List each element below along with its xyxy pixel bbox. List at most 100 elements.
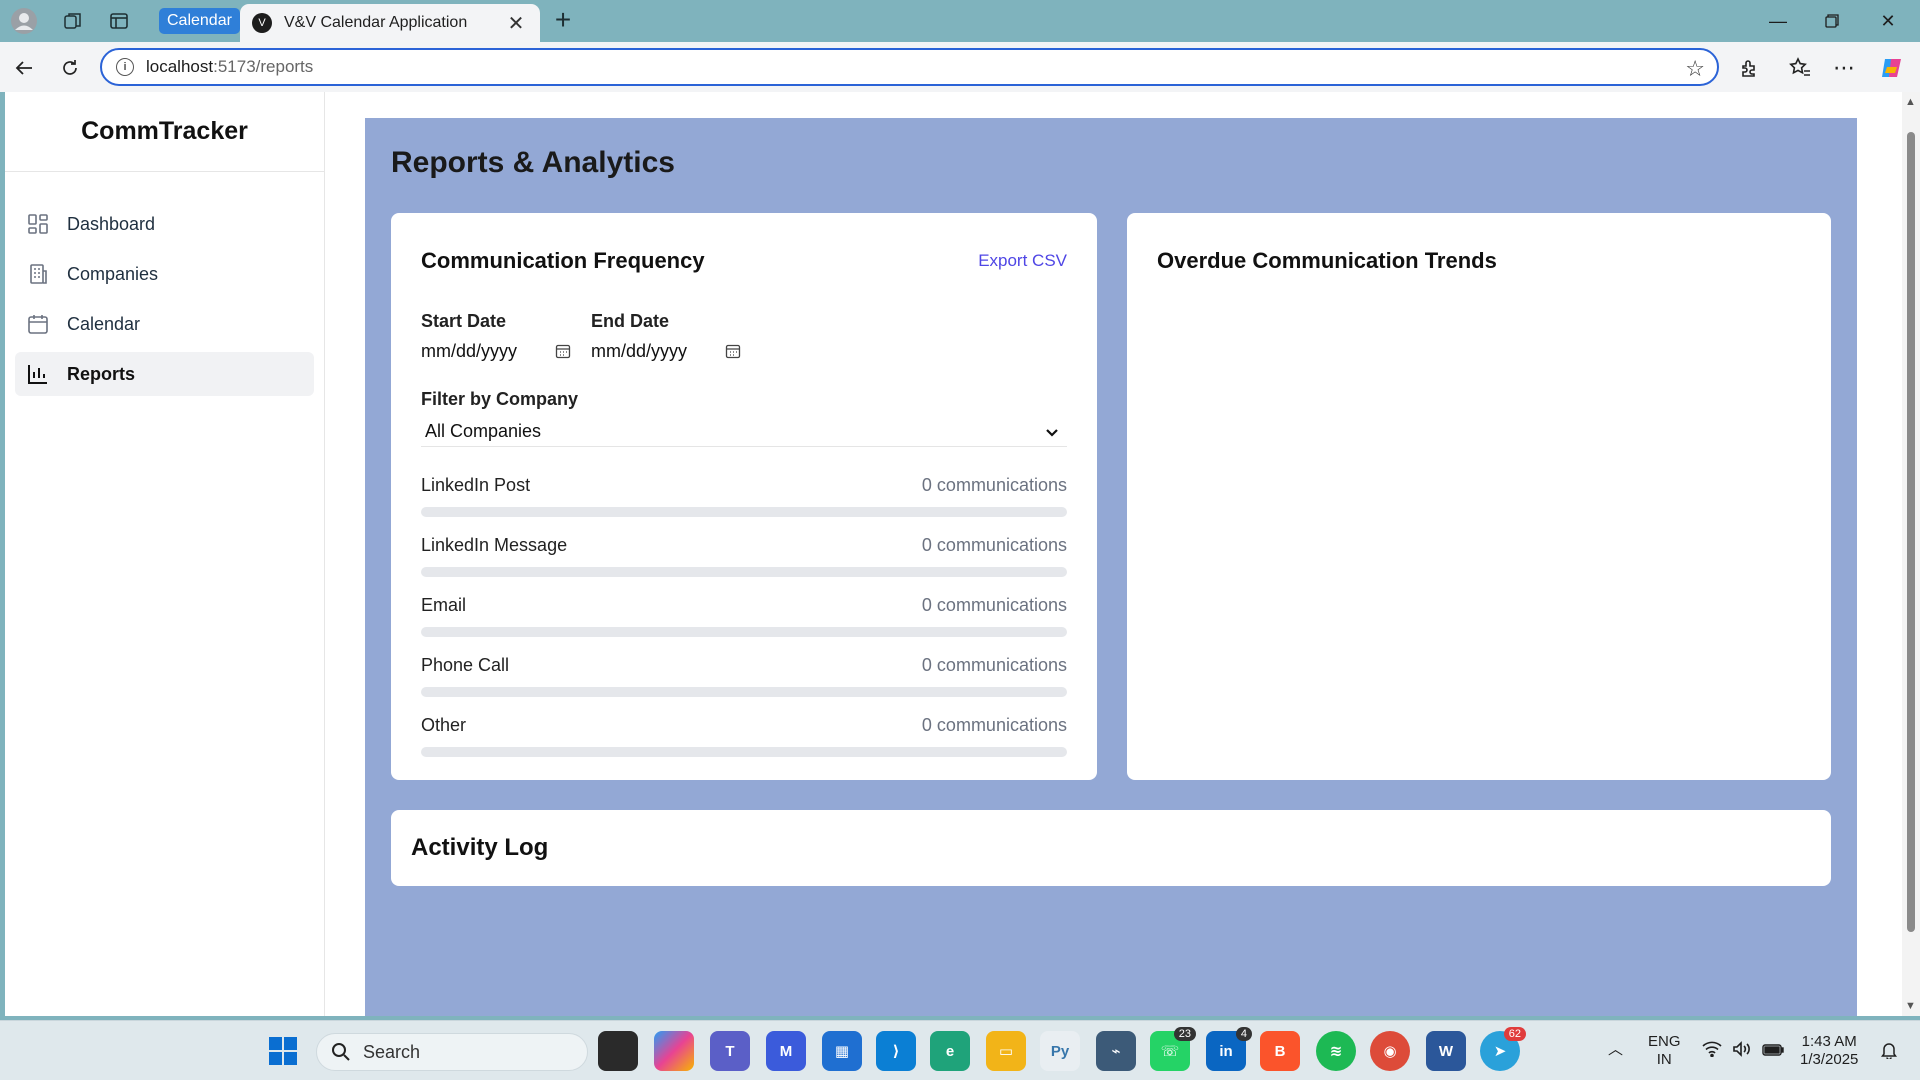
start-date-input[interactable]: mm/dd/yyyy (421, 338, 571, 364)
mysql-icon[interactable]: ⌁ (1096, 1031, 1136, 1071)
tab-active[interactable]: V V&V Calendar Application ✕ (240, 4, 540, 42)
copilot-app-icon[interactable] (654, 1031, 694, 1071)
clock[interactable]: 1:43 AM 1/3/2025 (1800, 1033, 1858, 1069)
sidebar-item-dashboard[interactable]: Dashboard (15, 202, 314, 246)
metric-count: 0 communications (921, 594, 1067, 615)
language-indicator[interactable]: ENG IN (1648, 1033, 1681, 1069)
notification-bell-icon[interactable] (1880, 1041, 1898, 1064)
taskbar-search-box[interactable]: Search (316, 1033, 588, 1071)
linkedin-icon[interactable]: in 4 (1206, 1027, 1252, 1071)
restore-icon[interactable] (1812, 6, 1852, 36)
end-date-input[interactable]: mm/dd/yyyy (591, 338, 741, 364)
metric-count: 0 communications (921, 474, 1067, 495)
spotify-icon[interactable]: ≋ (1316, 1031, 1356, 1071)
sidebar: CommTracker Dashboard Companies Calendar (5, 92, 325, 1016)
new-tab-button[interactable]: + (548, 6, 578, 36)
copilot-icon[interactable] (1876, 52, 1908, 84)
back-icon[interactable] (8, 52, 40, 84)
store-icon[interactable]: ▦ (822, 1031, 862, 1071)
sidebar-item-label: Calendar (67, 313, 141, 334)
telegram-icon[interactable]: ➤ 62 (1480, 1027, 1526, 1071)
taskbar: Search T M ▦ ⟩ e ▭ Py ⌁ ☏ 23 in 4 B ≋ ◉ W … (0, 1020, 1920, 1080)
calendar-picker-icon[interactable] (555, 343, 571, 359)
address-bar[interactable]: i localhost:5173/reports ☆ (100, 48, 1719, 86)
start-windows-icon[interactable] (263, 1031, 303, 1071)
close-window-icon[interactable]: ✕ (1868, 6, 1908, 36)
battery-icon[interactable] (1762, 1043, 1784, 1061)
metric-name: Other (421, 714, 467, 735)
metric-count: 0 communications (921, 654, 1067, 675)
telegram-badge: 62 (1503, 1027, 1526, 1041)
file-explorer-icon[interactable]: ▭ (986, 1031, 1026, 1071)
teams-icon[interactable]: T (710, 1031, 750, 1071)
more-options-icon[interactable]: ⋯ (1828, 52, 1860, 84)
wifi-icon[interactable] (1702, 1041, 1722, 1062)
tab-group-label[interactable]: Calendar (159, 8, 240, 34)
clock-date: 1/3/2025 (1800, 1051, 1859, 1068)
start-date-placeholder: mm/dd/yyyy (421, 340, 518, 361)
sidebar-item-companies[interactable]: Companies (15, 252, 314, 296)
company-filter-label: Filter by Company (421, 389, 579, 409)
vscode-icon[interactable]: ⟩ (876, 1031, 916, 1071)
scroll-up-icon[interactable]: ▲ (1905, 96, 1916, 108)
language-region: IN (1656, 1051, 1672, 1068)
metric-name: Email (421, 594, 467, 615)
python-icon[interactable]: Py (1040, 1031, 1080, 1071)
building-icon (27, 263, 49, 285)
metric-progress-bar (421, 747, 1067, 757)
browser-tab-strip: Calendar V V&V Calendar Application ✕ + … (0, 0, 1920, 42)
whatsapp-badge: 23 (1173, 1027, 1196, 1041)
minimize-icon[interactable]: — (1758, 6, 1798, 36)
company-filter-select[interactable]: All Companies (421, 417, 1067, 447)
profile-avatar-icon[interactable] (9, 6, 39, 36)
reload-icon[interactable] (54, 52, 86, 84)
editor-app-icon[interactable]: M (766, 1031, 806, 1071)
metric-phone-call: Phone Call 0 communications (421, 653, 1067, 697)
tab-actions-icon[interactable] (104, 6, 134, 36)
chevron-down-icon (1046, 428, 1058, 437)
word-icon[interactable]: W (1426, 1031, 1466, 1071)
linkedin-badge: 4 (1235, 1027, 1252, 1041)
page-viewport: CommTracker Dashboard Companies Calendar (5, 92, 1920, 1016)
language-code: ENG (1648, 1033, 1681, 1050)
close-tab-icon[interactable]: ✕ (504, 11, 528, 36)
main-content: Reports & Analytics Communication Freque… (365, 118, 1857, 1016)
end-date-label: End Date (591, 311, 670, 331)
company-filter-value: All Companies (425, 421, 542, 441)
edge-icon[interactable]: e (930, 1031, 970, 1071)
site-favicon-icon: V (252, 13, 272, 33)
metric-linkedin-post: LinkedIn Post 0 communications (421, 473, 1067, 517)
show-hidden-icons-icon[interactable]: ︿ (1608, 1041, 1623, 1059)
metric-name: Phone Call (421, 654, 510, 675)
extensions-icon[interactable] (1733, 52, 1765, 84)
metric-linkedin-message: LinkedIn Message 0 communications (421, 533, 1067, 577)
whatsapp-icon[interactable]: ☏ 23 (1150, 1027, 1196, 1071)
favorites-icon[interactable] (1784, 52, 1816, 84)
calendar-icon (27, 313, 49, 335)
communication-frequency-card: Communication Frequency Export CSV Start… (391, 213, 1097, 780)
site-info-icon[interactable]: i (116, 58, 134, 76)
metric-count: 0 communications (921, 534, 1067, 555)
overdue-trends-card: Overdue Communication Trends (1127, 213, 1831, 780)
page-title: Reports & Analytics (391, 146, 675, 179)
export-csv-button[interactable]: Export CSV (978, 251, 1067, 271)
scrollbar-thumb[interactable] (1907, 132, 1915, 932)
task-view-icon[interactable] (598, 1031, 638, 1071)
sidebar-item-reports[interactable]: Reports (15, 352, 314, 396)
sidebar-item-label: Companies (67, 263, 159, 284)
card-title: Overdue Communication Trends (1157, 248, 1497, 273)
chrome-icon[interactable]: ◉ (1370, 1031, 1410, 1071)
dashboard-icon (27, 213, 49, 235)
scroll-down-icon[interactable]: ▼ (1905, 1000, 1916, 1012)
metric-email: Email 0 communications (421, 593, 1067, 637)
brave-icon[interactable]: B (1260, 1031, 1300, 1071)
browser-toolbar: i localhost:5173/reports ☆ ⋯ (0, 42, 1920, 92)
sidebar-item-label: Reports (67, 363, 136, 384)
volume-icon[interactable] (1732, 1041, 1752, 1062)
sidebar-item-calendar[interactable]: Calendar (15, 302, 314, 346)
page-scrollbar[interactable]: ▲ ▼ (1902, 92, 1920, 1016)
favorite-star-icon[interactable]: ☆ (1685, 56, 1705, 82)
calendar-picker-icon[interactable] (725, 343, 741, 359)
sidebar-item-label: Dashboard (67, 213, 156, 234)
workspaces-icon[interactable] (58, 6, 88, 36)
